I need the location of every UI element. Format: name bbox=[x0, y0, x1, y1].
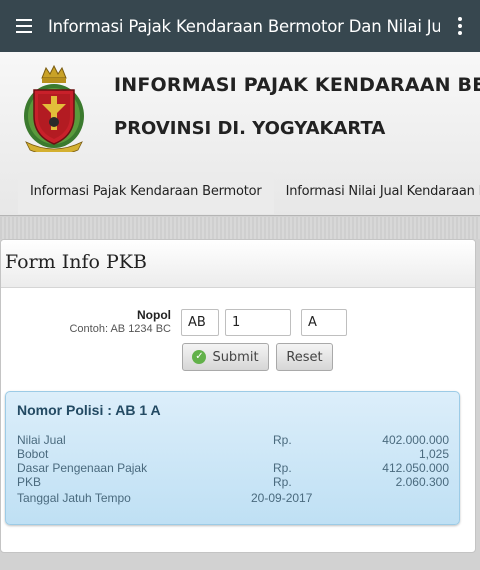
app-bar-title: Informasi Pajak Kendaraan Bermotor Dan N… bbox=[48, 16, 440, 36]
form-panel-header: Form Info PKB bbox=[1, 240, 475, 288]
page-header: INFORMASI PAJAK KENDARAAN BERMOTOR PROVI… bbox=[0, 52, 480, 216]
nopol-suffix-input[interactable]: A bbox=[301, 309, 347, 336]
header-title-line2: PROVINSI DI. YOGYAKARTA bbox=[114, 118, 386, 139]
jatuh-tempo-label: Tanggal Jatuh Tempo bbox=[17, 491, 131, 505]
nilai-jual-currency: Rp. bbox=[273, 433, 292, 447]
result-box: Nomor Polisi : AB 1 A Nilai Jual Rp. 402… bbox=[5, 391, 460, 525]
reset-button-label: Reset bbox=[286, 349, 323, 365]
header-title-line1: INFORMASI PAJAK KENDARAAN BERMOTOR bbox=[114, 74, 480, 96]
divider-strip bbox=[0, 217, 480, 239]
tab-informasi-pkb[interactable]: Informasi Pajak Kendaraan Bermotor bbox=[18, 172, 274, 214]
more-vertical-icon[interactable] bbox=[440, 0, 480, 52]
bobot-value: 1,025 bbox=[418, 447, 449, 461]
result-row-nilai-jual: Nilai Jual Rp. 402.000.000 bbox=[17, 433, 449, 447]
submit-button[interactable]: ✓ Submit bbox=[182, 343, 269, 371]
nopol-example: Contoh: AB 1234 BC bbox=[69, 323, 171, 335]
tab-bar: Informasi Pajak Kendaraan Bermotor Infor… bbox=[18, 172, 480, 214]
app-bar: Informasi Pajak Kendaraan Bermotor Dan N… bbox=[0, 0, 480, 52]
reset-button[interactable]: Reset bbox=[276, 343, 333, 371]
submit-button-label: Submit bbox=[212, 349, 259, 365]
result-row-dpp: Dasar Pengenaan Pajak Rp. 412.050.000 bbox=[17, 461, 449, 475]
result-row-bobot: Bobot 1,025 bbox=[17, 447, 449, 461]
nopol-label-group: Nopol Contoh: AB 1234 BC bbox=[61, 308, 171, 335]
nilai-jual-value: 402.000.000 bbox=[382, 433, 449, 447]
check-icon: ✓ bbox=[192, 350, 207, 364]
nopol-label: Nopol bbox=[137, 308, 171, 322]
pkb-label: PKB bbox=[17, 475, 42, 489]
dpp-value: 412.050.000 bbox=[382, 461, 449, 475]
nopol-number-input[interactable]: 1 bbox=[225, 309, 291, 336]
pkb-value: 2.060.300 bbox=[395, 475, 449, 489]
form-title: Form Info PKB bbox=[5, 251, 147, 273]
jatuh-tempo-value: 20-09-2017 bbox=[251, 491, 313, 505]
result-row-pkb: PKB Rp. 2.060.300 bbox=[17, 475, 449, 489]
hamburger-menu-icon[interactable] bbox=[0, 0, 48, 52]
pkb-currency: Rp. bbox=[273, 475, 292, 489]
bobot-label: Bobot bbox=[17, 447, 49, 461]
form-panel: Form Info PKB Nopol Contoh: AB 1234 BC A… bbox=[0, 239, 476, 553]
dpp-currency: Rp. bbox=[273, 461, 292, 475]
tab-informasi-nilai-jual[interactable]: Informasi Nilai Jual Kendaraan Bermotor bbox=[274, 172, 480, 214]
dpp-label: Dasar Pengenaan Pajak bbox=[17, 461, 148, 475]
result-title: Nomor Polisi : AB 1 A bbox=[17, 402, 161, 418]
nopol-prefix-input[interactable]: AB bbox=[181, 309, 219, 336]
nilai-jual-label: Nilai Jual bbox=[17, 433, 66, 447]
yogyakarta-emblem-icon bbox=[24, 64, 84, 152]
result-row-jatuh-tempo: Tanggal Jatuh Tempo 20-09-2017 bbox=[17, 491, 449, 505]
